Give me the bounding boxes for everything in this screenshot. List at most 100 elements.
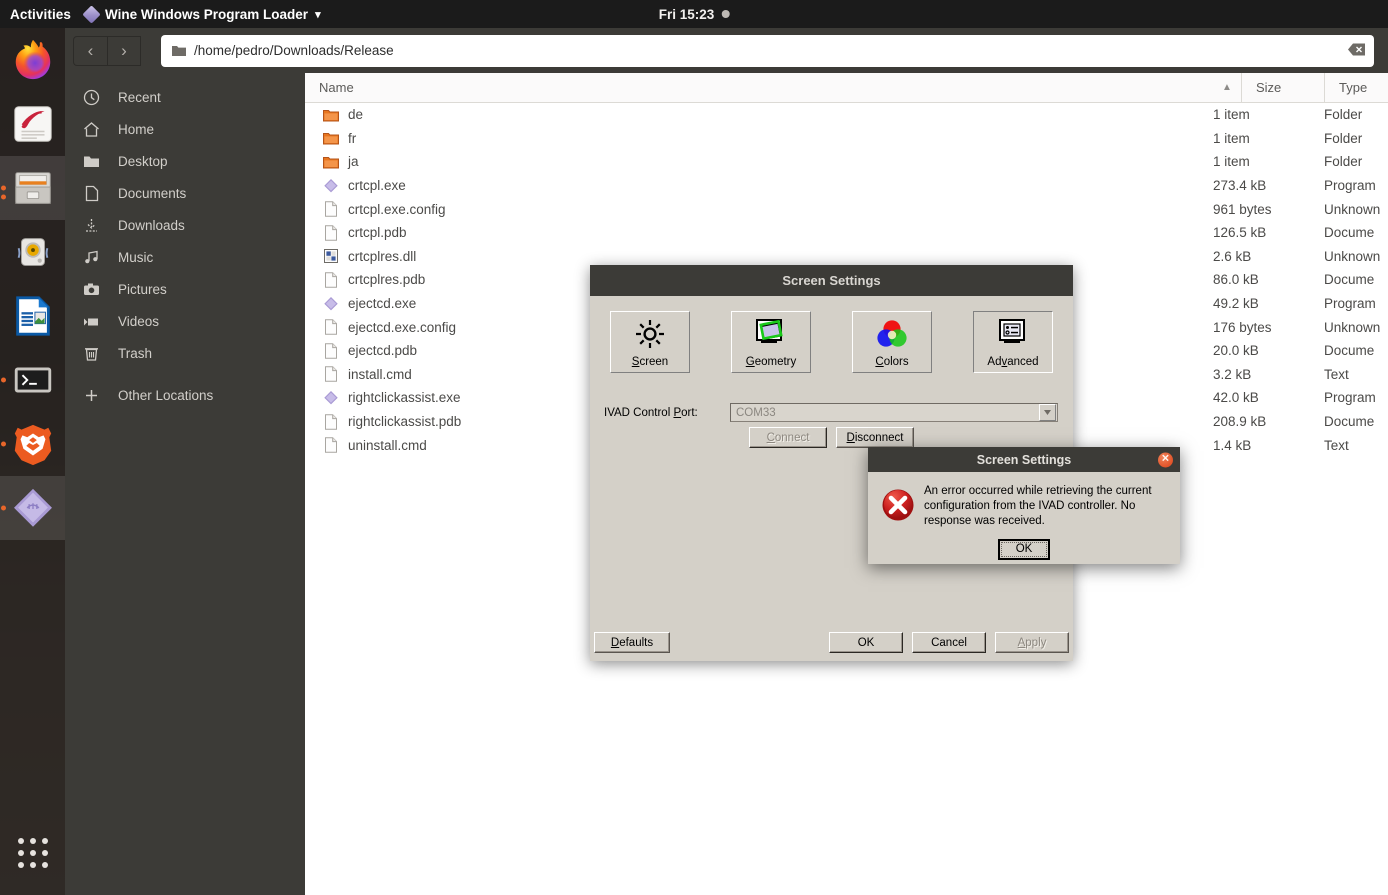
file-size-cell: 176 bytes xyxy=(1213,319,1272,335)
error-dialog: Screen Settings ✕ An error occurred whil… xyxy=(868,447,1180,564)
error-dialog-body: An error occurred while retrieving the c… xyxy=(868,472,1180,530)
activities-button[interactable]: Activities xyxy=(0,7,85,22)
sidebar-item-desktop[interactable]: Desktop xyxy=(65,145,305,177)
sidebar-item-trash[interactable]: Trash xyxy=(65,337,305,369)
file-size-cell: 1 item xyxy=(1213,154,1250,170)
clear-entry-icon[interactable] xyxy=(1348,42,1366,59)
gnome-top-bar: Activities Wine Windows Program Loader ▾… xyxy=(0,0,1388,28)
sidebar-separator xyxy=(65,369,305,379)
file-name-label: crtcplres.dll xyxy=(348,248,417,264)
error-dialog-titlebar: Screen Settings ✕ xyxy=(868,447,1180,472)
file-type-cell: Docume xyxy=(1324,414,1375,430)
file-name-label: crtcpl.exe.config xyxy=(348,201,446,217)
apps-grid-icon xyxy=(17,838,48,868)
geometry-monitor-icon xyxy=(753,312,789,356)
table-row[interactable]: de 1 item Folder xyxy=(305,103,1388,127)
file-size-cell: 3.2 kB xyxy=(1213,366,1252,382)
clock-button[interactable]: Fri 15:23 xyxy=(659,7,730,22)
tab-colors[interactable]: Colors xyxy=(852,311,932,373)
clock-label: Fri 15:23 xyxy=(658,6,715,22)
column-header-type[interactable]: Type xyxy=(1324,72,1388,103)
file-name-label: ja xyxy=(348,154,359,170)
file-name-label: fr xyxy=(348,130,357,146)
close-icon[interactable]: ✕ xyxy=(1158,452,1173,467)
location-entry[interactable]: /home/pedro/Downloads/Release xyxy=(161,34,1374,67)
wine-diamond-icon xyxy=(82,4,101,24)
file-name-label: rightclickassist.exe xyxy=(348,390,461,406)
forward-button[interactable]: › xyxy=(107,35,141,66)
column-header-size[interactable]: Size xyxy=(1241,72,1324,103)
sidebar-item-label: Videos xyxy=(118,313,160,329)
table-row[interactable]: crtcpl.exe 273.4 kB Program xyxy=(305,174,1388,198)
file-name-label: install.cmd xyxy=(348,366,412,382)
column-header-name[interactable]: Name xyxy=(305,73,1213,103)
tab-screen[interactable]: Screen xyxy=(610,311,690,373)
file-name-label: ejectcd.exe.config xyxy=(348,319,457,335)
table-row[interactable]: fr 1 item Folder xyxy=(305,127,1388,151)
error-ok-button[interactable]: OK xyxy=(998,538,1050,560)
dock-item-file-manager[interactable] xyxy=(0,156,65,220)
dock-item-brave-browser[interactable] xyxy=(0,412,65,476)
sidebar-item-home[interactable]: Home xyxy=(65,113,305,145)
advanced-monitor-icon xyxy=(995,312,1031,356)
file-type-cell: Docume xyxy=(1324,343,1375,359)
trash-icon xyxy=(81,345,101,362)
file-size-cell: 2.6 kB xyxy=(1213,248,1252,264)
text-file-icon xyxy=(325,343,337,359)
sidebar-item-pictures[interactable]: Pictures xyxy=(65,273,305,305)
tab-geometry-label: Geometry xyxy=(745,356,797,368)
text-file-icon xyxy=(325,201,337,217)
table-row[interactable]: crtcpl.pdb 126.5 kB Docume xyxy=(305,221,1388,245)
sidebar-item-music[interactable]: Music xyxy=(65,241,305,273)
dock-item-terminal[interactable] xyxy=(0,348,65,412)
apply-button[interactable]: Apply xyxy=(995,632,1069,653)
sidebar-item-recent[interactable]: Recent xyxy=(65,81,305,113)
table-row[interactable]: ja 1 item Folder xyxy=(305,150,1388,174)
ivad-control-port-combobox[interactable]: COM33 xyxy=(730,403,1058,422)
wine-exe-icon xyxy=(324,178,338,193)
file-size-cell: 49.2 kB xyxy=(1213,296,1259,312)
screen-settings-titlebar: Screen Settings xyxy=(590,265,1073,296)
dock-item-document-viewer[interactable] xyxy=(0,92,65,156)
defaults-button[interactable]: Defaults xyxy=(594,632,670,653)
dock-item-libreoffice-impress[interactable] xyxy=(0,284,65,348)
ok-button[interactable]: OK xyxy=(829,632,903,653)
video-camera-icon xyxy=(81,313,101,330)
notification-dot-icon xyxy=(721,10,730,18)
sidebar-item-downloads[interactable]: Downloads xyxy=(65,209,305,241)
document-icon xyxy=(81,185,101,202)
sort-ascending-icon[interactable]: ▲ xyxy=(1213,73,1241,103)
chevron-down-icon: ▾ xyxy=(315,8,321,21)
table-row[interactable]: crtcpl.exe.config 961 bytes Unknown xyxy=(305,197,1388,221)
file-type-cell: Unknown xyxy=(1324,201,1381,217)
sidebar-item-documents[interactable]: Documents xyxy=(65,177,305,209)
plus-icon xyxy=(81,387,101,404)
sidebar-item-other-locations[interactable]: Other Locations xyxy=(65,379,305,411)
disconnect-button[interactable]: Disconnect xyxy=(836,427,914,448)
dock-item-wine-program-loader[interactable] xyxy=(0,476,65,540)
firefox-icon xyxy=(15,39,50,80)
show-applications-button[interactable] xyxy=(0,823,65,883)
connect-button[interactable]: Connect xyxy=(749,427,827,448)
file-name-label: ejectcd.exe xyxy=(348,296,417,312)
file-size-cell: 208.9 kB xyxy=(1213,414,1267,430)
app-menu-button[interactable]: Wine Windows Program Loader ▾ xyxy=(82,4,321,24)
file-manager-icon xyxy=(14,172,51,204)
evince-document-viewer-icon xyxy=(13,106,52,142)
music-note-icon xyxy=(81,249,101,266)
sidebar-item-label: Desktop xyxy=(118,153,168,169)
dock-item-music-player[interactable] xyxy=(0,220,65,284)
sidebar-item-videos[interactable]: Videos xyxy=(65,305,305,337)
file-type-cell: Text xyxy=(1324,366,1349,382)
wine-exe-icon xyxy=(324,390,338,405)
dock-item-firefox[interactable] xyxy=(0,28,65,92)
cancel-button[interactable]: Cancel xyxy=(912,632,986,653)
error-dialog-buttons: OK xyxy=(868,538,1180,560)
chevron-down-icon[interactable] xyxy=(1039,404,1056,421)
tab-advanced[interactable]: Advanced xyxy=(973,311,1053,373)
file-name-cell: de xyxy=(305,107,1213,123)
tab-geometry[interactable]: Geometry xyxy=(731,311,811,373)
file-manager-headerbar: ‹ › /home/pedro/Downloads/Release xyxy=(65,28,1388,73)
back-button[interactable]: ‹ xyxy=(73,35,107,66)
file-size-cell: 1 item xyxy=(1213,130,1250,146)
